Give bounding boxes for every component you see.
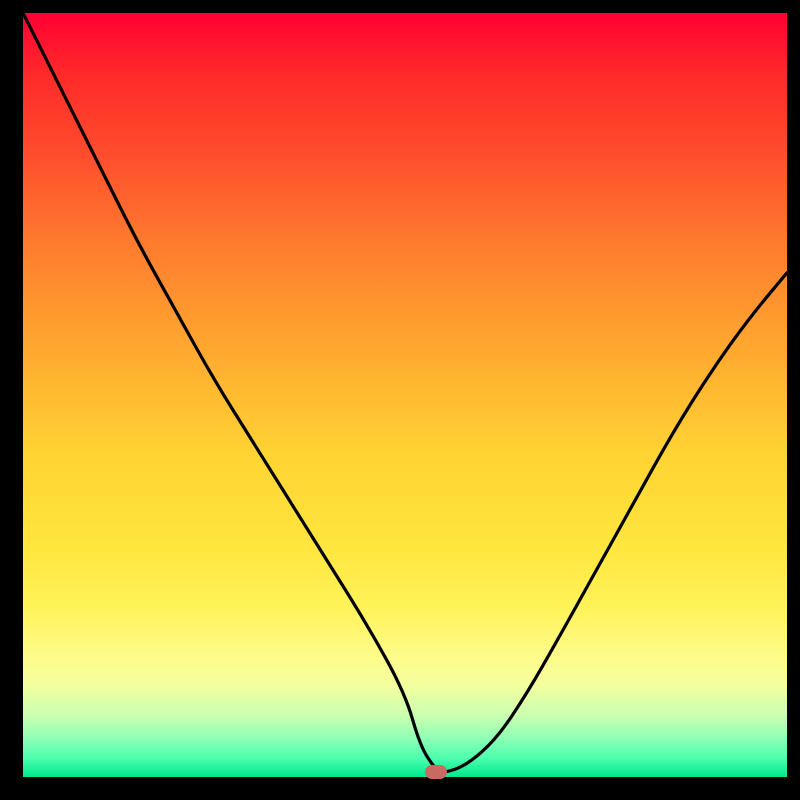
bottleneck-curve [23, 13, 787, 777]
plot-area [23, 13, 787, 777]
min-point-marker [425, 765, 447, 779]
chart-frame: TheBottleneck.com [13, 13, 787, 787]
